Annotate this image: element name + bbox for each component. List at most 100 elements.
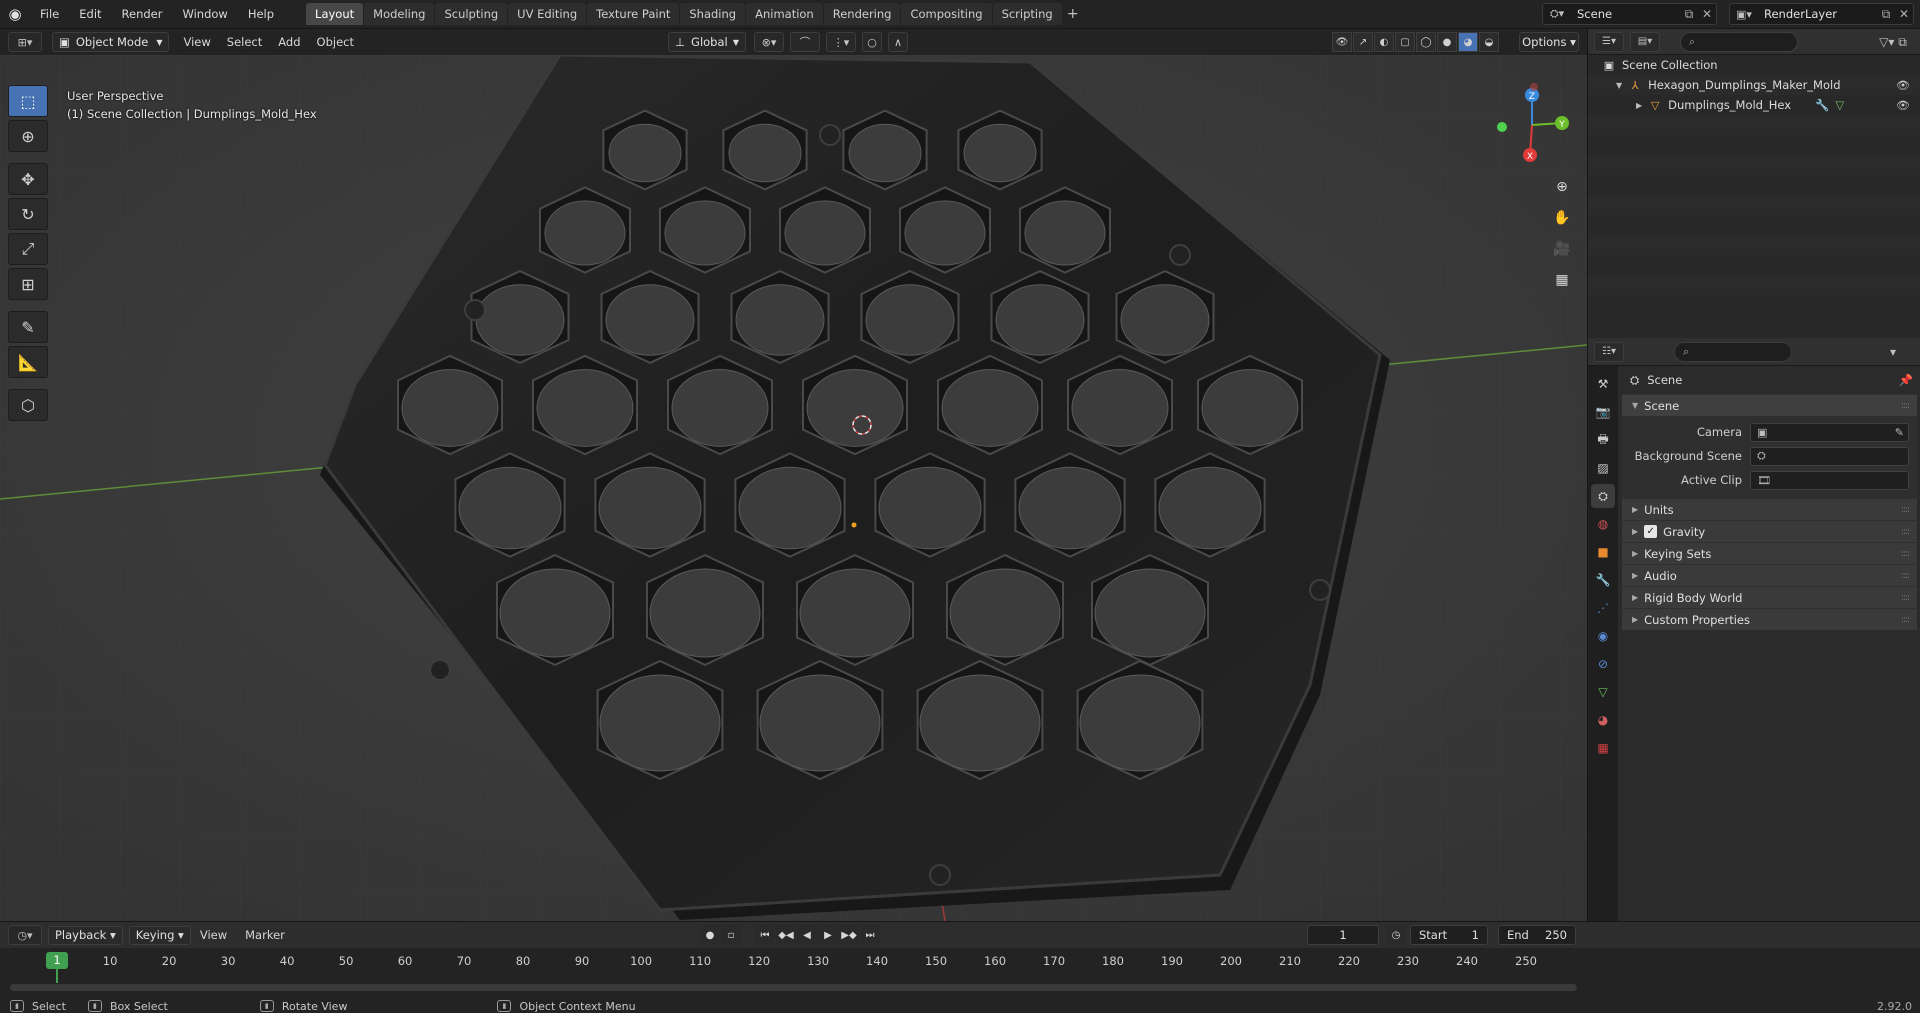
visibility-eye-icon[interactable]: 👁 <box>1896 99 1910 112</box>
tree-collection[interactable]: ▼ ⅄ Hexagon_Dumplings_Maker_Mold 👁 <box>1588 75 1920 95</box>
transform-tool-icon[interactable]: ⊞ <box>8 268 48 300</box>
outliner-search-input[interactable]: ⌕ <box>1680 31 1798 52</box>
start-frame-field[interactable]: Start 1 <box>1410 925 1488 945</box>
prev-keyframe-icon[interactable]: ◆◀ <box>776 925 796 945</box>
data-tab-icon[interactable]: ▽ <box>1591 680 1615 704</box>
modifier-tab-icon[interactable]: 🔧 <box>1591 568 1615 592</box>
next-keyframe-icon[interactable]: ▶◆ <box>839 925 859 945</box>
expand-arrow-icon[interactable]: ▶ <box>1636 101 1642 110</box>
frame-ruler[interactable]: 1 10 20 30 40 50 60 70 80 90 100 110 120 130 140 150 160… <box>0 948 1580 983</box>
measure-tool-icon[interactable]: 📐 <box>8 346 48 378</box>
options-dropdown[interactable]: Options ▾ <box>1519 32 1579 52</box>
move-tool-icon[interactable]: ✥ <box>8 163 48 195</box>
menu-view[interactable]: View <box>175 32 218 52</box>
playback-dropdown[interactable]: Playback ▾ <box>48 925 123 945</box>
gravity-checkbox[interactable]: ✓ <box>1644 525 1658 538</box>
properties-editor-type-icon[interactable]: ☷▾ <box>1594 341 1624 362</box>
menu-help[interactable]: Help <box>238 3 284 25</box>
wireframe-shading-icon[interactable]: ◯ <box>1416 32 1436 52</box>
view-layer-tab-icon[interactable]: ▨ <box>1591 456 1615 480</box>
proportional-edit-icon[interactable]: ○ <box>862 32 882 52</box>
timeline-marker-menu[interactable]: Marker <box>236 928 294 942</box>
drag-handle-icon[interactable]: :::: <box>1901 527 1910 537</box>
pin-icon[interactable]: 📌 <box>1899 373 1913 387</box>
drag-handle-icon[interactable]: :::: <box>1901 549 1910 559</box>
display-mode-icon[interactable]: ▤▾ <box>1630 31 1660 52</box>
current-frame-field[interactable]: 1 <box>1307 925 1379 945</box>
record-icon[interactable]: ● <box>700 925 720 945</box>
object-tab-icon[interactable]: ■ <box>1591 540 1615 564</box>
end-frame-field[interactable]: End 250 <box>1498 925 1576 945</box>
active-clip-field[interactable]: 🎞 <box>1750 470 1909 490</box>
tab-texture-paint[interactable]: Texture Paint <box>587 3 680 25</box>
menu-select[interactable]: Select <box>219 32 270 52</box>
xray-icon[interactable]: ▢ <box>1395 32 1415 52</box>
texture-tab-icon[interactable]: ▦ <box>1591 736 1615 760</box>
menu-window[interactable]: Window <box>172 3 237 25</box>
new-view-layer-icon[interactable]: ⧉ <box>1877 7 1895 22</box>
visibility-eye-icon[interactable]: 👁 <box>1896 79 1910 92</box>
3d-viewport[interactable]: User Perspective (1) Scene Collection | … <box>0 55 1587 921</box>
render-tab-icon[interactable]: 📷 <box>1591 400 1615 424</box>
world-tab-icon[interactable]: ◍ <box>1591 512 1615 536</box>
snap-icon[interactable]: ⌒ <box>790 32 820 52</box>
ortho-grid-icon[interactable]: ▦ <box>1548 266 1576 294</box>
drag-handle-icon[interactable]: :::: <box>1901 505 1910 515</box>
delete-scene-icon[interactable]: ✕ <box>1698 7 1716 21</box>
eyedropper-icon[interactable]: ✎ <box>1895 426 1904 439</box>
properties-search-input[interactable]: ⌕ <box>1674 341 1792 362</box>
scene-panel-header[interactable]: ▼ Scene :::: <box>1622 394 1917 416</box>
current-frame-marker[interactable]: 1 <box>46 952 68 969</box>
menu-edit[interactable]: Edit <box>69 3 111 25</box>
expand-arrow-icon[interactable]: ▼ <box>1616 81 1622 90</box>
camera-view-icon[interactable]: 🎥 <box>1548 235 1576 263</box>
timeline-editor-type-icon[interactable]: ◷▾ <box>8 925 42 945</box>
view-layer-selector[interactable]: ▣▾ RenderLayer ⧉ ✕ <box>1729 3 1914 25</box>
particles-tab-icon[interactable]: ⋰ <box>1591 596 1615 620</box>
add-cube-tool-icon[interactable]: ⬡ <box>8 389 48 421</box>
tab-shading[interactable]: Shading <box>680 3 746 25</box>
scene-tab-icon[interactable]: ⛭ <box>1591 484 1615 508</box>
jump-start-icon[interactable]: ⏮ <box>755 925 775 945</box>
custom-properties-panel-header[interactable]: ▶ Custom Properties:::: <box>1622 608 1917 630</box>
tab-modeling[interactable]: Modeling <box>364 3 435 25</box>
play-icon[interactable]: ▶ <box>818 925 838 945</box>
auto-key-icon[interactable]: ▫ <box>721 925 741 945</box>
constraints-tab-icon[interactable]: ⊘ <box>1591 652 1615 676</box>
tab-scripting[interactable]: Scripting <box>992 3 1062 25</box>
viewport-scene[interactable] <box>0 55 1587 921</box>
pan-hand-icon[interactable]: ✋ <box>1548 204 1576 232</box>
menu-add[interactable]: Add <box>270 32 308 52</box>
drag-handle-icon[interactable]: :::: <box>1901 593 1910 603</box>
select-box-tool-icon[interactable]: ⬚ <box>8 85 48 117</box>
preview-range-icon[interactable]: ◷ <box>1386 925 1406 945</box>
transform-orientation-dropdown[interactable]: ⊥ Global ▼ <box>668 32 746 52</box>
rendered-shading-icon[interactable]: ◒ <box>1479 32 1499 52</box>
scale-tool-icon[interactable]: ⤢ <box>8 233 48 265</box>
gizmo-toggle-icon[interactable]: ↗ <box>1353 32 1373 52</box>
filter-icon[interactable]: ▽▾ ⧉ <box>1874 32 1912 52</box>
menu-file[interactable]: File <box>30 3 69 25</box>
output-tab-icon[interactable]: 🖶 <box>1591 428 1615 452</box>
zoom-icon[interactable]: ⊕ <box>1548 173 1576 201</box>
editor-type-icon[interactable]: ⊞▾ <box>8 32 42 52</box>
object-mode-dropdown[interactable]: ▣ Object Mode ▼ <box>52 32 170 52</box>
properties-options-icon[interactable]: ▾ <box>1874 342 1912 362</box>
timeline-view-menu[interactable]: View <box>191 928 236 942</box>
drag-handle-icon[interactable]: :::: <box>1901 615 1910 625</box>
material-tab-icon[interactable]: ◕ <box>1591 708 1615 732</box>
snap-target-icon[interactable]: ⋮▾ <box>826 32 856 52</box>
visibility-icon[interactable]: 👁 <box>1332 32 1352 52</box>
timeline-scrollbar[interactable] <box>10 984 1577 991</box>
annotate-tool-icon[interactable]: ✎ <box>8 311 48 343</box>
tab-layout[interactable]: Layout <box>306 3 364 25</box>
keying-dropdown[interactable]: Keying ▾ <box>128 925 191 945</box>
rigid-body-world-panel-header[interactable]: ▶ Rigid Body World:::: <box>1622 586 1917 608</box>
delete-view-layer-icon[interactable]: ✕ <box>1895 7 1913 21</box>
tab-rendering[interactable]: Rendering <box>823 3 901 25</box>
tool-tab-icon[interactable]: ⚒ <box>1591 372 1615 396</box>
audio-panel-header[interactable]: ▶ Audio:::: <box>1622 564 1917 586</box>
outliner-editor-type-icon[interactable]: ☰▾ <box>1594 31 1624 52</box>
falloff-icon[interactable]: ∧ <box>888 32 908 52</box>
rotate-tool-icon[interactable]: ↻ <box>8 198 48 230</box>
